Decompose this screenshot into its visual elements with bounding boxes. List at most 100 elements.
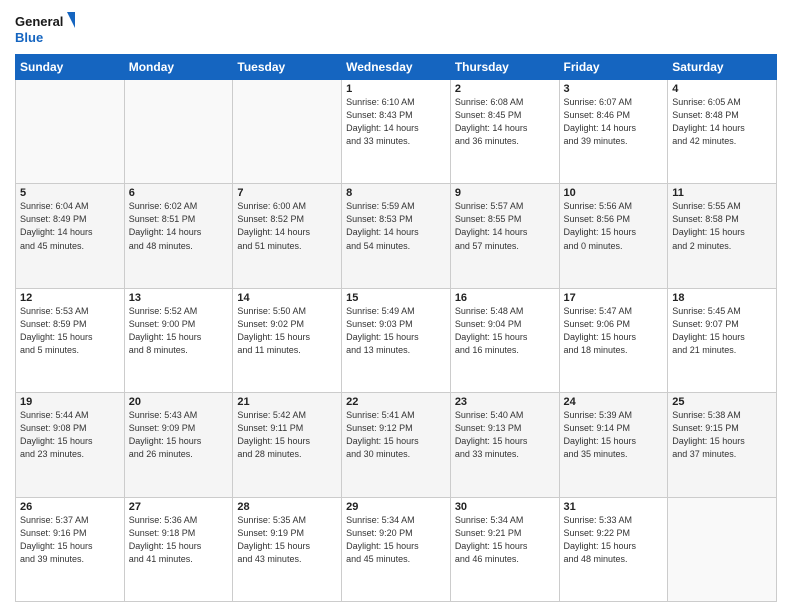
day-info: Sunrise: 6:07 AMSunset: 8:46 PMDaylight:… — [564, 96, 664, 148]
calendar-cell: 31Sunrise: 5:33 AMSunset: 9:22 PMDayligh… — [559, 497, 668, 601]
day-number: 2 — [455, 83, 555, 95]
day-number: 13 — [129, 292, 229, 304]
day-info: Sunrise: 5:34 AMSunset: 9:21 PMDaylight:… — [455, 514, 555, 566]
header-saturday: Saturday — [668, 55, 777, 80]
calendar-cell: 26Sunrise: 5:37 AMSunset: 9:16 PMDayligh… — [16, 497, 125, 601]
day-info: Sunrise: 5:53 AMSunset: 8:59 PMDaylight:… — [20, 305, 120, 357]
day-number: 20 — [129, 396, 229, 408]
day-info: Sunrise: 6:08 AMSunset: 8:45 PMDaylight:… — [455, 96, 555, 148]
day-number: 12 — [20, 292, 120, 304]
day-number: 17 — [564, 292, 664, 304]
calendar-cell: 28Sunrise: 5:35 AMSunset: 9:19 PMDayligh… — [233, 497, 342, 601]
day-info: Sunrise: 5:44 AMSunset: 9:08 PMDaylight:… — [20, 409, 120, 461]
day-info: Sunrise: 5:36 AMSunset: 9:18 PMDaylight:… — [129, 514, 229, 566]
calendar-cell — [233, 80, 342, 184]
day-info: Sunrise: 5:37 AMSunset: 9:16 PMDaylight:… — [20, 514, 120, 566]
day-info: Sunrise: 5:39 AMSunset: 9:14 PMDaylight:… — [564, 409, 664, 461]
header-sunday: Sunday — [16, 55, 125, 80]
day-number: 23 — [455, 396, 555, 408]
day-header-row: Sunday Monday Tuesday Wednesday Thursday… — [16, 55, 777, 80]
calendar-cell: 16Sunrise: 5:48 AMSunset: 9:04 PMDayligh… — [450, 288, 559, 392]
day-number: 1 — [346, 83, 446, 95]
calendar-cell — [668, 497, 777, 601]
header-wednesday: Wednesday — [342, 55, 451, 80]
header-tuesday: Tuesday — [233, 55, 342, 80]
day-info: Sunrise: 5:52 AMSunset: 9:00 PMDaylight:… — [129, 305, 229, 357]
calendar-week-row: 26Sunrise: 5:37 AMSunset: 9:16 PMDayligh… — [16, 497, 777, 601]
header: General Blue — [15, 10, 777, 48]
day-info: Sunrise: 5:41 AMSunset: 9:12 PMDaylight:… — [346, 409, 446, 461]
calendar-cell: 18Sunrise: 5:45 AMSunset: 9:07 PMDayligh… — [668, 288, 777, 392]
calendar-cell: 12Sunrise: 5:53 AMSunset: 8:59 PMDayligh… — [16, 288, 125, 392]
day-info: Sunrise: 5:50 AMSunset: 9:02 PMDaylight:… — [237, 305, 337, 357]
calendar-cell: 6Sunrise: 6:02 AMSunset: 8:51 PMDaylight… — [124, 184, 233, 288]
day-number: 18 — [672, 292, 772, 304]
calendar-cell: 10Sunrise: 5:56 AMSunset: 8:56 PMDayligh… — [559, 184, 668, 288]
day-info: Sunrise: 6:02 AMSunset: 8:51 PMDaylight:… — [129, 200, 229, 252]
day-number: 22 — [346, 396, 446, 408]
day-info: Sunrise: 5:56 AMSunset: 8:56 PMDaylight:… — [564, 200, 664, 252]
day-info: Sunrise: 5:35 AMSunset: 9:19 PMDaylight:… — [237, 514, 337, 566]
svg-text:General: General — [15, 14, 63, 29]
day-number: 16 — [455, 292, 555, 304]
day-info: Sunrise: 5:48 AMSunset: 9:04 PMDaylight:… — [455, 305, 555, 357]
day-info: Sunrise: 5:38 AMSunset: 9:15 PMDaylight:… — [672, 409, 772, 461]
calendar-cell: 1Sunrise: 6:10 AMSunset: 8:43 PMDaylight… — [342, 80, 451, 184]
day-number: 8 — [346, 187, 446, 199]
calendar-cell: 22Sunrise: 5:41 AMSunset: 9:12 PMDayligh… — [342, 393, 451, 497]
day-number: 29 — [346, 501, 446, 513]
day-info: Sunrise: 5:40 AMSunset: 9:13 PMDaylight:… — [455, 409, 555, 461]
day-number: 4 — [672, 83, 772, 95]
day-info: Sunrise: 5:55 AMSunset: 8:58 PMDaylight:… — [672, 200, 772, 252]
day-info: Sunrise: 5:59 AMSunset: 8:53 PMDaylight:… — [346, 200, 446, 252]
day-info: Sunrise: 5:42 AMSunset: 9:11 PMDaylight:… — [237, 409, 337, 461]
calendar-cell: 27Sunrise: 5:36 AMSunset: 9:18 PMDayligh… — [124, 497, 233, 601]
day-info: Sunrise: 5:45 AMSunset: 9:07 PMDaylight:… — [672, 305, 772, 357]
day-number: 27 — [129, 501, 229, 513]
page: General Blue Sunday Monday Tuesday Wedne… — [0, 0, 792, 612]
header-friday: Friday — [559, 55, 668, 80]
day-info: Sunrise: 6:04 AMSunset: 8:49 PMDaylight:… — [20, 200, 120, 252]
day-number: 25 — [672, 396, 772, 408]
calendar-cell: 23Sunrise: 5:40 AMSunset: 9:13 PMDayligh… — [450, 393, 559, 497]
logo: General Blue — [15, 10, 75, 48]
svg-text:Blue: Blue — [15, 30, 43, 45]
calendar-cell: 11Sunrise: 5:55 AMSunset: 8:58 PMDayligh… — [668, 184, 777, 288]
day-info: Sunrise: 5:34 AMSunset: 9:20 PMDaylight:… — [346, 514, 446, 566]
calendar-week-row: 5Sunrise: 6:04 AMSunset: 8:49 PMDaylight… — [16, 184, 777, 288]
calendar-cell: 13Sunrise: 5:52 AMSunset: 9:00 PMDayligh… — [124, 288, 233, 392]
day-number: 31 — [564, 501, 664, 513]
calendar-week-row: 12Sunrise: 5:53 AMSunset: 8:59 PMDayligh… — [16, 288, 777, 392]
day-info: Sunrise: 5:43 AMSunset: 9:09 PMDaylight:… — [129, 409, 229, 461]
day-info: Sunrise: 5:49 AMSunset: 9:03 PMDaylight:… — [346, 305, 446, 357]
day-info: Sunrise: 5:33 AMSunset: 9:22 PMDaylight:… — [564, 514, 664, 566]
calendar-cell: 8Sunrise: 5:59 AMSunset: 8:53 PMDaylight… — [342, 184, 451, 288]
calendar-table: Sunday Monday Tuesday Wednesday Thursday… — [15, 54, 777, 602]
calendar-cell: 20Sunrise: 5:43 AMSunset: 9:09 PMDayligh… — [124, 393, 233, 497]
calendar-cell: 19Sunrise: 5:44 AMSunset: 9:08 PMDayligh… — [16, 393, 125, 497]
day-number: 7 — [237, 187, 337, 199]
calendar-cell: 24Sunrise: 5:39 AMSunset: 9:14 PMDayligh… — [559, 393, 668, 497]
day-info: Sunrise: 6:00 AMSunset: 8:52 PMDaylight:… — [237, 200, 337, 252]
day-number: 6 — [129, 187, 229, 199]
day-info: Sunrise: 5:57 AMSunset: 8:55 PMDaylight:… — [455, 200, 555, 252]
header-monday: Monday — [124, 55, 233, 80]
day-number: 28 — [237, 501, 337, 513]
day-number: 24 — [564, 396, 664, 408]
day-number: 14 — [237, 292, 337, 304]
day-number: 30 — [455, 501, 555, 513]
calendar-cell: 5Sunrise: 6:04 AMSunset: 8:49 PMDaylight… — [16, 184, 125, 288]
day-number: 3 — [564, 83, 664, 95]
day-number: 10 — [564, 187, 664, 199]
calendar-cell: 25Sunrise: 5:38 AMSunset: 9:15 PMDayligh… — [668, 393, 777, 497]
calendar-cell: 14Sunrise: 5:50 AMSunset: 9:02 PMDayligh… — [233, 288, 342, 392]
calendar-cell: 7Sunrise: 6:00 AMSunset: 8:52 PMDaylight… — [233, 184, 342, 288]
calendar-cell — [16, 80, 125, 184]
day-info: Sunrise: 6:05 AMSunset: 8:48 PMDaylight:… — [672, 96, 772, 148]
calendar-cell: 9Sunrise: 5:57 AMSunset: 8:55 PMDaylight… — [450, 184, 559, 288]
day-info: Sunrise: 5:47 AMSunset: 9:06 PMDaylight:… — [564, 305, 664, 357]
day-number: 21 — [237, 396, 337, 408]
calendar-cell: 4Sunrise: 6:05 AMSunset: 8:48 PMDaylight… — [668, 80, 777, 184]
calendar-week-row: 19Sunrise: 5:44 AMSunset: 9:08 PMDayligh… — [16, 393, 777, 497]
calendar-cell: 30Sunrise: 5:34 AMSunset: 9:21 PMDayligh… — [450, 497, 559, 601]
